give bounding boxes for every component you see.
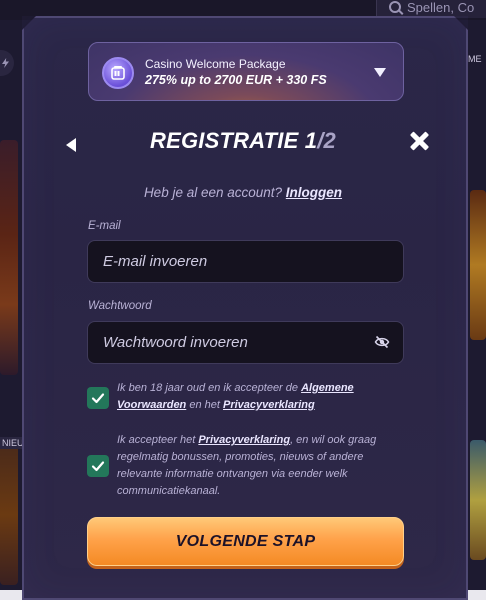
background-search-placeholder: Spellen, Co — [407, 0, 475, 15]
eye-off-icon[interactable] — [374, 334, 390, 350]
consent-text: en het — [186, 399, 223, 411]
checkmark-icon — [91, 393, 105, 404]
background-game-tile — [470, 440, 486, 560]
close-icon[interactable] — [408, 130, 430, 152]
login-prompt-text: Heb je al een account? — [143, 185, 286, 200]
password-field[interactable] — [87, 321, 404, 364]
background-game-tile — [0, 140, 18, 375]
login-prompt: Heb je al een account? Inloggen — [0, 185, 486, 200]
promo-title: Casino Welcome Package — [145, 57, 286, 71]
consent-text: Ik ben 18 jaar oud en ik accepteer de — [117, 382, 302, 394]
search-icon — [389, 1, 401, 13]
login-link[interactable]: Inloggen — [286, 185, 342, 200]
lightning-icon — [0, 50, 14, 76]
title-main: REGISTRATIE 1 — [150, 128, 318, 153]
marketing-consent-checkbox[interactable] — [87, 455, 109, 477]
title-step-total: 2 — [323, 128, 336, 153]
consent-text: Ik accepteer het — [117, 434, 199, 446]
email-field[interactable] — [87, 240, 404, 283]
background-game-tile — [0, 445, 18, 585]
email-label: E-mail — [88, 220, 121, 232]
privacy-link[interactable]: Privacyverklaring — [223, 399, 315, 411]
privacy-link[interactable]: Privacyverklaring — [198, 434, 290, 446]
background-search-box: Spellen, Co — [376, 0, 486, 18]
checkmark-icon — [91, 461, 105, 472]
marketing-consent: Ik accepteer het Privacyverklaring, en w… — [117, 432, 407, 500]
age-terms-consent: Ik ben 18 jaar oud en ik accepteer de Al… — [117, 380, 407, 414]
age-terms-checkbox[interactable] — [87, 387, 109, 409]
chevron-down-icon[interactable] — [374, 68, 386, 77]
welcome-package-selector[interactable]: Casino Welcome Package 275% up to 2700 E… — [88, 42, 404, 101]
background-side-label: ME — [468, 54, 482, 64]
password-label: Wachtwoord — [88, 300, 152, 312]
slot-machine-icon — [102, 57, 134, 89]
promo-subtitle: 275% up to 2700 EUR + 330 FS — [145, 73, 327, 87]
next-step-button[interactable]: VOLGENDE STAP — [87, 517, 404, 566]
background-game-tile — [470, 190, 486, 340]
background-new-badge: NIEU — [0, 437, 26, 449]
